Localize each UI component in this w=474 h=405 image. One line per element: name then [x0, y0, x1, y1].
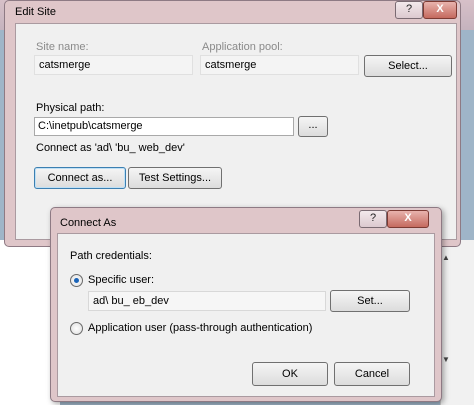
specific-user-label[interactable]: Specific user:	[88, 274, 154, 286]
physical-path-input[interactable]: C:\inetpub\catsmerge	[34, 117, 294, 136]
scroll-down-icon[interactable]: ▼	[441, 355, 451, 365]
app-pool-field: catsmerge	[200, 55, 359, 75]
close-button[interactable]: X	[423, 1, 457, 19]
scroll-up-icon[interactable]: ▲	[441, 253, 451, 263]
application-user-radio[interactable]	[70, 322, 83, 335]
select-button[interactable]: Select...	[364, 55, 452, 77]
specific-user-field: ad\ bu_ eb_dev	[88, 291, 326, 311]
background-scrollbar[interactable]	[440, 240, 474, 405]
dialog-title: Connect As	[60, 217, 117, 229]
help-button[interactable]: ?	[395, 1, 423, 19]
path-credentials-label: Path credentials:	[70, 250, 152, 262]
physical-path-label: Physical path:	[36, 102, 105, 114]
connect-as-dialog: Connect As ? X Path credentials: Specifi…	[50, 207, 442, 402]
connect-as-button[interactable]: Connect as...	[34, 167, 126, 189]
specific-user-radio[interactable]	[70, 274, 83, 287]
cancel-button[interactable]: Cancel	[334, 362, 410, 386]
dialog-title: Edit Site	[15, 6, 56, 18]
site-name-label: Site name:	[36, 41, 89, 53]
connect-as-status: Connect as 'ad\ 'bu_ web_dev'	[36, 142, 185, 154]
ok-button[interactable]: OK	[252, 362, 328, 386]
dialog-body: Path credentials: Specific user: ad\ bu_…	[57, 233, 435, 397]
close-button[interactable]: X	[387, 210, 429, 228]
app-pool-label: Application pool:	[202, 41, 283, 53]
application-user-label[interactable]: Application user (pass-through authentic…	[88, 322, 312, 334]
set-button[interactable]: Set...	[330, 290, 410, 312]
site-name-field: catsmerge	[34, 55, 193, 75]
browse-button[interactable]: ...	[298, 116, 328, 137]
help-button[interactable]: ?	[359, 210, 387, 228]
test-settings-button[interactable]: Test Settings...	[128, 167, 222, 189]
